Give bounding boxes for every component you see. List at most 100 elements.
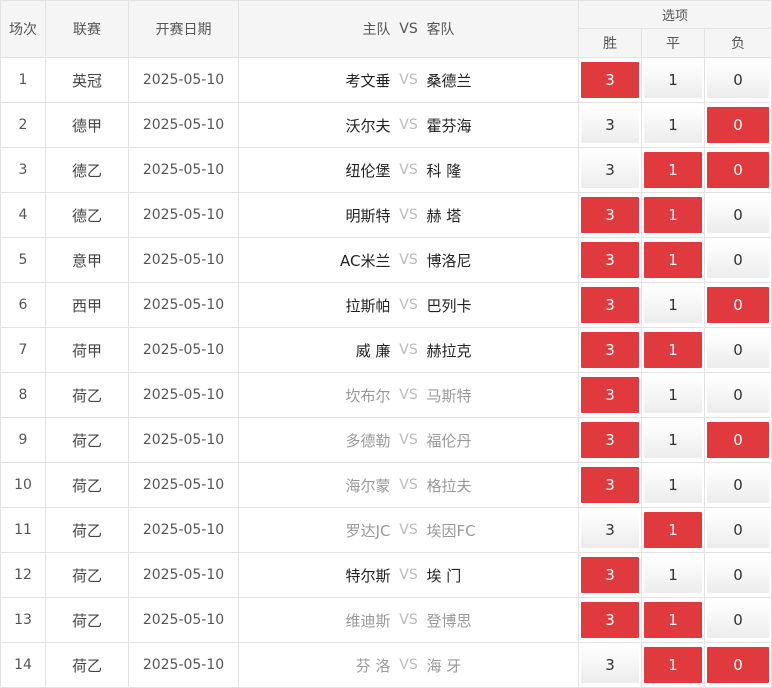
option-cell-lose: 0 (703, 147, 772, 193)
option-draw-button[interactable]: 1 (644, 152, 702, 188)
option-win-button[interactable]: 3 (581, 62, 639, 98)
option-cell-draw: 1 (641, 372, 705, 418)
option-draw-button[interactable]: 1 (644, 332, 702, 368)
away-team: 桑德兰 (426, 71, 472, 90)
option-win-button[interactable]: 3 (581, 287, 639, 323)
option-draw-button[interactable]: 1 (644, 377, 702, 413)
vs-label: VS (399, 117, 418, 133)
match-inner: 拉斯帕 VS 巴列卡 (240, 284, 578, 327)
row-match: 沃尔夫 VS 霍芬海 (238, 102, 579, 148)
option-lose-button[interactable]: 0 (707, 332, 770, 368)
vs-label: VS (399, 477, 418, 493)
row-index: 5 (0, 237, 46, 283)
row-match: 坎布尔 VS 马斯特 (238, 372, 579, 418)
row-league: 荷乙 (45, 462, 129, 508)
option-cell-win: 3 (578, 57, 642, 103)
row-league: 荷甲 (45, 327, 129, 373)
option-cell-win: 3 (578, 372, 642, 418)
row-index: 12 (0, 552, 46, 598)
option-win-button[interactable]: 3 (581, 602, 639, 638)
option-draw-button[interactable]: 1 (644, 287, 702, 323)
option-cell-lose: 0 (703, 282, 772, 328)
home-team: 特尔斯 (345, 566, 391, 585)
option-lose-button[interactable]: 0 (707, 647, 770, 683)
away-team: 埃 门 (426, 566, 462, 585)
option-draw-button[interactable]: 1 (644, 512, 702, 548)
option-cell-win: 3 (578, 282, 642, 328)
option-lose-button[interactable]: 0 (707, 107, 770, 143)
option-win-button[interactable]: 3 (581, 512, 639, 548)
row-date: 2025-05-10 (128, 507, 239, 553)
option-draw-button[interactable]: 1 (644, 557, 702, 593)
option-cell-draw: 1 (641, 552, 705, 598)
option-draw-button[interactable]: 1 (644, 647, 702, 683)
option-win-button[interactable]: 3 (581, 467, 639, 503)
row-date: 2025-05-10 (128, 282, 239, 328)
away-team: 格拉夫 (426, 476, 472, 495)
option-win-button[interactable]: 3 (581, 242, 639, 278)
option-lose-button[interactable]: 0 (707, 287, 770, 323)
option-draw-button[interactable]: 1 (644, 467, 702, 503)
away-team: 博洛尼 (426, 251, 472, 270)
vs-label: VS (399, 162, 418, 178)
option-lose-button[interactable]: 0 (707, 62, 770, 98)
option-lose-button[interactable]: 0 (707, 557, 770, 593)
row-match: 威 廉 VS 赫拉克 (238, 327, 579, 373)
option-lose-button[interactable]: 0 (707, 422, 770, 458)
option-win-button[interactable]: 3 (581, 107, 639, 143)
home-team: 考文垂 (345, 71, 391, 90)
table-row: 10 荷乙 2025-05-10 海尔蒙 VS 格拉夫 3 1 0 (0, 462, 772, 508)
match-inner: 特尔斯 VS 埃 门 (240, 554, 578, 597)
home-team: 威 廉 (355, 341, 391, 360)
option-draw-button[interactable]: 1 (644, 422, 702, 458)
option-lose-button[interactable]: 0 (707, 602, 770, 638)
vs-label: VS (399, 657, 418, 673)
header-match-inner: 主队 VS 客队 (240, 2, 578, 57)
option-win-button[interactable]: 3 (581, 377, 639, 413)
option-lose-button[interactable]: 0 (707, 377, 770, 413)
home-team: 明斯特 (345, 206, 391, 225)
vs-label: VS (399, 297, 418, 313)
option-cell-draw: 1 (641, 237, 705, 283)
header-home: 主队 (362, 22, 391, 38)
vs-label: VS (399, 387, 418, 403)
row-date: 2025-05-10 (128, 642, 239, 688)
option-draw-button[interactable]: 1 (644, 62, 702, 98)
option-win-button[interactable]: 3 (581, 422, 639, 458)
match-inner: 明斯特 VS 赫 塔 (240, 194, 578, 237)
option-draw-button[interactable]: 1 (644, 107, 702, 143)
row-league: 德乙 (45, 192, 129, 238)
option-cell-draw: 1 (641, 57, 705, 103)
row-match: AC米兰 VS 博洛尼 (238, 237, 579, 283)
row-date: 2025-05-10 (128, 417, 239, 463)
option-lose-button[interactable]: 0 (707, 467, 770, 503)
option-lose-button[interactable]: 0 (707, 242, 770, 278)
row-index: 13 (0, 597, 46, 643)
option-win-button[interactable]: 3 (581, 647, 639, 683)
option-draw-button[interactable]: 1 (644, 197, 702, 233)
table-row: 13 荷乙 2025-05-10 维迪斯 VS 登博思 3 1 0 (0, 597, 772, 643)
table-row: 12 荷乙 2025-05-10 特尔斯 VS 埃 门 310 (0, 552, 772, 598)
option-cell-draw: 1 (641, 507, 705, 553)
option-win-button[interactable]: 3 (581, 197, 639, 233)
row-league: 荷乙 (45, 642, 129, 688)
header-option-win: 胜 (578, 28, 642, 58)
option-win-button[interactable]: 3 (581, 557, 639, 593)
option-win-button[interactable]: 3 (581, 152, 639, 188)
option-cell-lose: 0 (703, 192, 772, 238)
match-inner: 多德勒 VS 福伦丹 (240, 419, 578, 462)
option-draw-button[interactable]: 1 (644, 242, 702, 278)
row-index: 1 (0, 57, 46, 103)
option-draw-button[interactable]: 1 (644, 602, 702, 638)
row-date: 2025-05-10 (128, 102, 239, 148)
option-cell-lose: 0 (703, 642, 772, 688)
option-cell-win: 3 (578, 597, 642, 643)
row-league: 荷乙 (45, 552, 129, 598)
option-lose-button[interactable]: 0 (707, 197, 770, 233)
option-win-button[interactable]: 3 (581, 332, 639, 368)
option-cell-draw: 1 (641, 417, 705, 463)
option-lose-button[interactable]: 0 (707, 152, 770, 188)
option-lose-button[interactable]: 0 (707, 512, 770, 548)
row-match: 特尔斯 VS 埃 门 (238, 552, 579, 598)
match-inner: 坎布尔 VS 马斯特 (240, 374, 578, 417)
